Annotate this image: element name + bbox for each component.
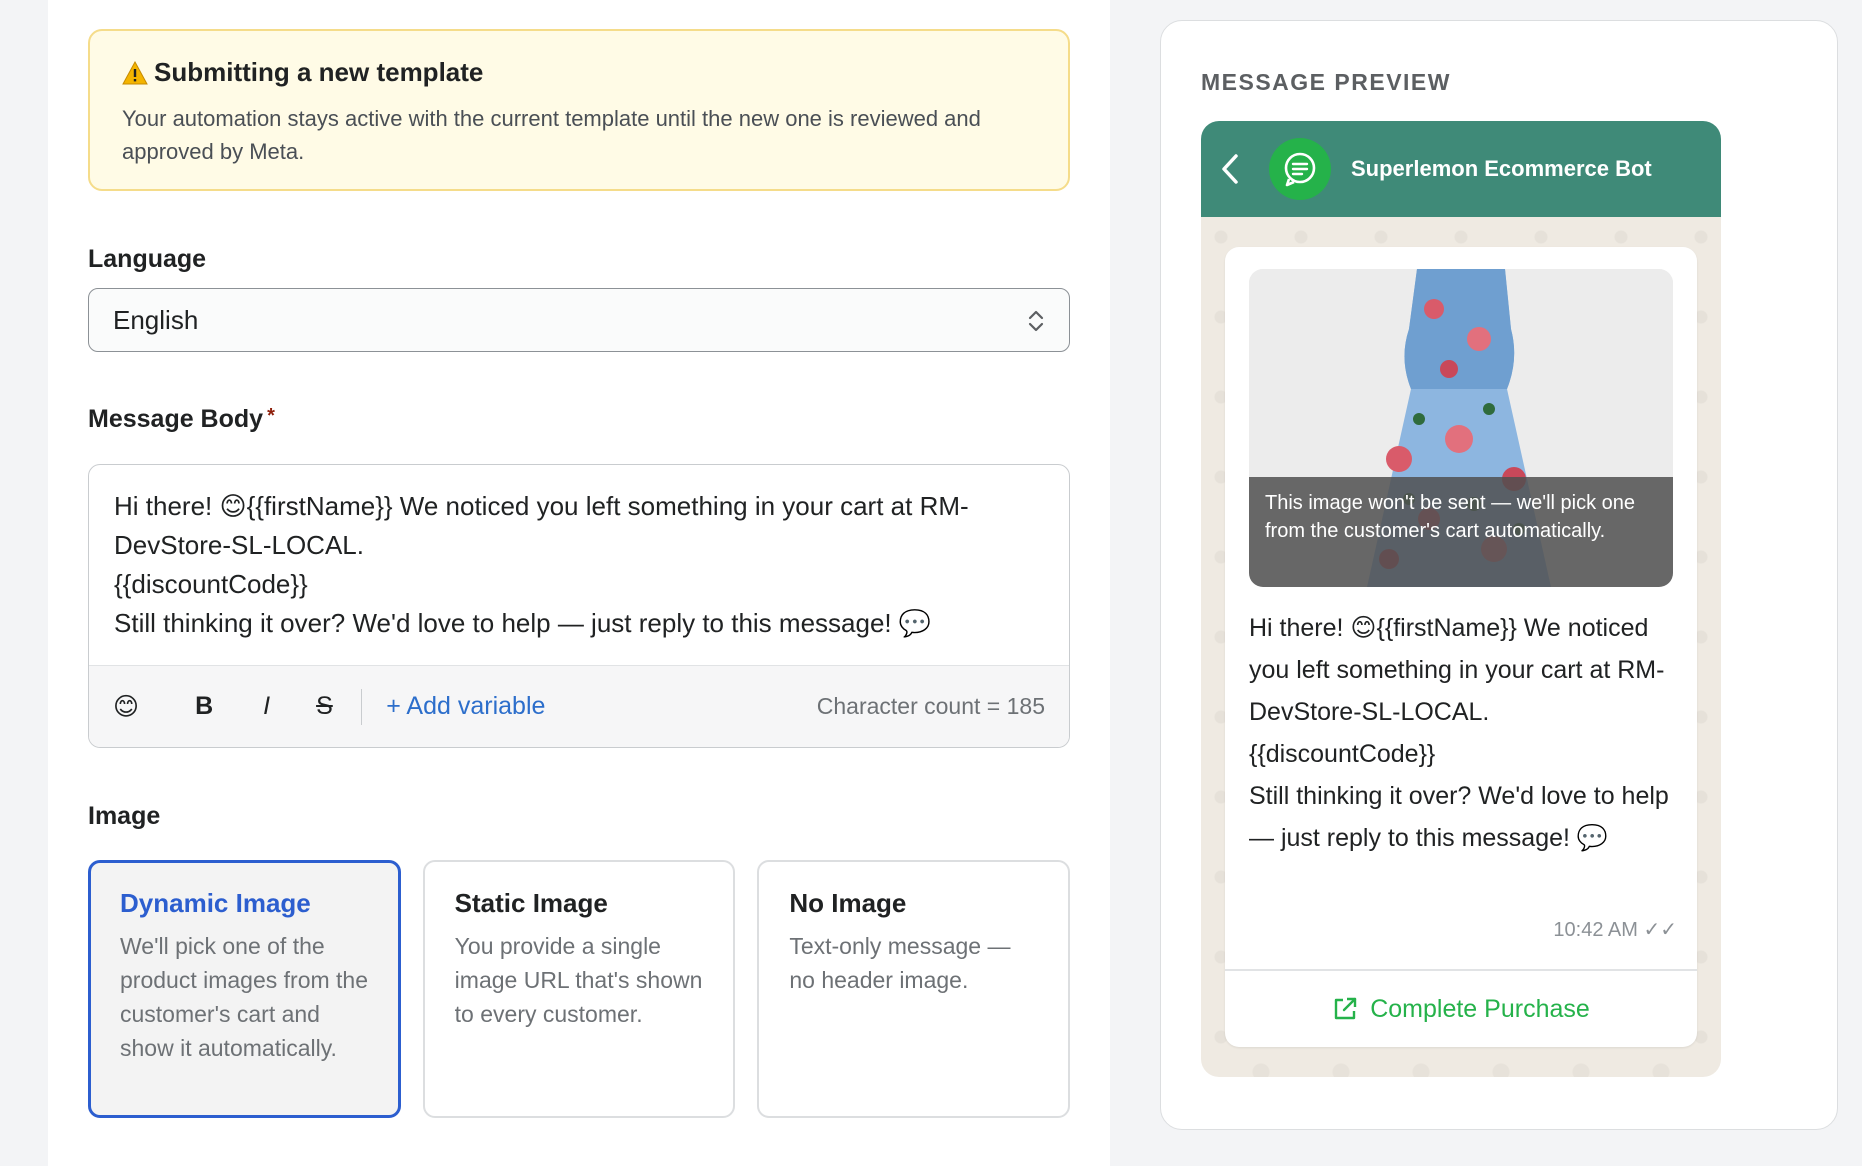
option-description: You provide a single image URL that's sh… xyxy=(454,933,703,1027)
toolbar-divider xyxy=(360,688,363,725)
option-title: No Image xyxy=(789,888,907,918)
emoji-button[interactable]: 😊 xyxy=(113,692,139,722)
bold-button[interactable]: B xyxy=(195,692,213,721)
back-arrow-icon[interactable] xyxy=(1221,153,1239,185)
bot-avatar xyxy=(1269,138,1331,200)
message-preview-panel: MESSAGE PREVIEW Superlemon Ecommerce Bot xyxy=(1160,20,1838,1130)
banner-text: Your automation stays active with the cu… xyxy=(122,106,981,164)
image-type-options: Dynamic Image We'll pick one of the prod… xyxy=(88,860,1071,1118)
character-count: Character count = 185 xyxy=(816,693,1045,719)
message-body-editor[interactable]: Hi there! 😊{{firstName}} We noticed you … xyxy=(88,464,1070,748)
message-line-1: Hi there! 😊{{firstName}} We noticed you … xyxy=(114,491,969,560)
warning-icon xyxy=(122,60,148,84)
language-select[interactable]: English xyxy=(88,288,1070,352)
add-variable-button[interactable]: + Add variable xyxy=(386,692,545,721)
chat-header: Superlemon Ecommerce Bot xyxy=(1201,121,1721,217)
message-line-2: {{discountCode}} xyxy=(114,569,308,599)
external-link-icon xyxy=(1335,997,1357,1020)
strikethrough-button[interactable]: S xyxy=(316,692,333,721)
preview-line-2: {{discountCode}} xyxy=(1249,740,1436,768)
complete-purchase-button[interactable]: Complete Purchase xyxy=(1225,971,1697,1047)
banner-title-row: Submitting a new template xyxy=(122,57,1036,88)
preview-title: MESSAGE PREVIEW xyxy=(1201,69,1451,95)
language-label: Language xyxy=(88,245,207,273)
chevron-up-down-icon xyxy=(1028,310,1044,332)
image-caption: This image won't be sent — we'll pick on… xyxy=(1249,477,1673,587)
option-title: Static Image xyxy=(454,888,608,918)
message-timestamp: 10:42 AM ✓✓ xyxy=(1553,919,1677,941)
warning-banner: Submitting a new template Your automatio… xyxy=(88,29,1070,191)
template-form-panel: Submitting a new template Your automatio… xyxy=(48,0,1110,1166)
language-value: English xyxy=(113,304,199,335)
editor-toolbar: 😊 B I S + Add variable Character count =… xyxy=(89,665,1069,747)
message-body-label: Message Body * xyxy=(88,405,275,434)
image-label: Image xyxy=(88,802,161,830)
preview-line-3: Still thinking it over? We'd love to hel… xyxy=(1249,782,1669,852)
header-image: This image won't be sent — we'll pick on… xyxy=(1249,269,1673,587)
option-description: We'll pick one of the product images fro… xyxy=(120,933,369,1061)
message-line-3: Still thinking it over? We'd love to hel… xyxy=(114,608,932,638)
message-body-label-text: Message Body xyxy=(88,405,264,433)
bot-name: Superlemon Ecommerce Bot xyxy=(1351,156,1652,181)
static-image-option[interactable]: Static Image You provide a single image … xyxy=(422,860,736,1118)
preview-message-text: Hi there! 😊{{firstName}} We noticed you … xyxy=(1249,607,1679,859)
message-body-textarea[interactable]: Hi there! 😊{{firstName}} We noticed you … xyxy=(89,465,1069,665)
banner-title: Submitting a new template xyxy=(154,57,484,87)
chat-background: This image won't be sent — we'll pick on… xyxy=(1201,217,1721,1077)
dynamic-image-option[interactable]: Dynamic Image We'll pick one of the prod… xyxy=(88,860,401,1118)
required-mark: * xyxy=(267,405,275,427)
option-description: Text-only message — no header image. xyxy=(789,933,1011,993)
option-title: Dynamic Image xyxy=(120,888,311,918)
whatsapp-preview: Superlemon Ecommerce Bot This image won'… xyxy=(1201,121,1721,1077)
cta-label: Complete Purchase xyxy=(1370,994,1590,1023)
chat-bubble-icon xyxy=(1284,152,1316,187)
no-image-option[interactable]: No Image Text-only message — no header i… xyxy=(757,860,1071,1118)
italic-button[interactable]: I xyxy=(263,692,270,721)
message-bubble: This image won't be sent — we'll pick on… xyxy=(1225,247,1697,1047)
preview-line-1: Hi there! 😊{{firstName}} We noticed you … xyxy=(1249,614,1665,726)
